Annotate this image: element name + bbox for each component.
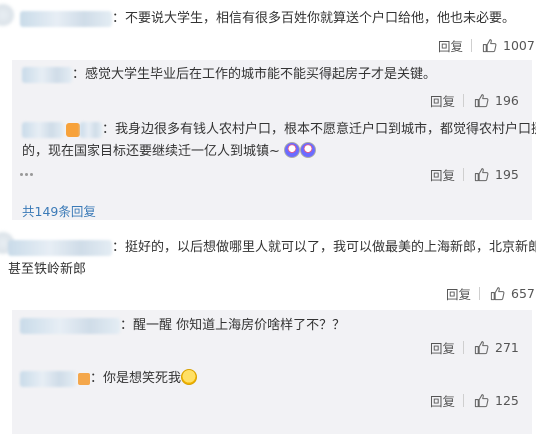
- comment-1: ：不要说大学生，相信有很多百姓你就算送个户口给他，他也未必要。 回复 1007 …: [0, 0, 536, 220]
- badge-icon: [66, 122, 80, 137]
- username[interactable]: [22, 121, 64, 138]
- comment-2: ：挺好的，以后想做哪里人就可以了，我可以做最美的上海新郎，北京新郎。 甚至铁岭新…: [0, 228, 536, 434]
- comment-actions: 回复 1007: [438, 35, 535, 55]
- like-button[interactable]: 1007: [482, 38, 535, 53]
- like-button[interactable]: 657: [490, 286, 535, 301]
- divider: [463, 93, 465, 107]
- like-button[interactable]: 196: [474, 93, 519, 108]
- divider: [463, 167, 465, 181]
- comment-body-line2: 甚至铁岭新郎: [8, 262, 87, 277]
- reply-text: ：你是想笑死我: [20, 368, 198, 390]
- divider: [471, 38, 473, 52]
- reply-actions: 回复 195: [430, 164, 519, 184]
- thumbs-up-icon: [474, 167, 489, 181]
- reply-actions: 回复 271: [430, 337, 519, 357]
- thumbs-up-icon: [474, 340, 489, 354]
- username[interactable]: [20, 317, 120, 334]
- username[interactable]: [20, 370, 76, 387]
- reply-body: 感觉大学生毕业后在工作的城市能不能买得起房子才是关键。: [85, 67, 437, 82]
- reply-actions: 回复 125: [430, 390, 519, 410]
- reply-button[interactable]: 回复: [430, 338, 455, 357]
- reply-body: 醒一醒 你知道上海房价啥样了不？？: [133, 318, 346, 333]
- reply-text: ：感觉大学生毕业后在工作的城市能不能买得起房子才是关键。: [22, 64, 436, 86]
- comment-text: ：挺好的，以后想做哪里人就可以了，我可以做最美的上海新郎，北京新郎。: [8, 237, 536, 259]
- like-count: 271: [495, 339, 519, 355]
- comment-text-cont: 甚至铁岭新郎: [8, 259, 86, 281]
- like-count: 657: [511, 285, 535, 301]
- like-button[interactable]: 125: [474, 393, 519, 408]
- reply-text: ：醒一醒 你知道上海房价啥样了不？？: [20, 315, 345, 337]
- username[interactable]: [8, 239, 112, 256]
- reply-body-line1: 我身边很多有钱人农村户口，根本不愿意迁户口到城市，都觉得农村户口挺好: [115, 122, 536, 137]
- reply-actions: 回复 196: [430, 90, 519, 110]
- more-replies-link[interactable]: 共149条回复: [22, 201, 96, 220]
- divider: [479, 286, 481, 300]
- like-count: 125: [495, 392, 519, 408]
- replies-box: ：醒一醒 你知道上海房价啥样了不？？ 回复 271 ：你是想笑死我 回复 125: [12, 310, 532, 434]
- comment-text: ：不要说大学生，相信有很多百姓你就算送个户口给他，他也未必要。: [20, 8, 515, 30]
- divider: [463, 340, 465, 354]
- like-count: 1007: [503, 37, 535, 53]
- crying-emoji-icon: [300, 142, 317, 158]
- replies-box: ：感觉大学生毕业后在工作的城市能不能买得起房子才是关键。 回复 196 ：我身边…: [12, 60, 536, 220]
- reply-button[interactable]: 回复: [438, 36, 463, 55]
- crying-emoji-icon: [284, 142, 301, 158]
- more-dots-icon[interactable]: [20, 173, 36, 176]
- comment-actions: 回复 657: [446, 283, 535, 303]
- divider: [463, 393, 465, 407]
- reply-text-cont: 的，现在国家目标还要继续迁一亿人到城镇~: [22, 141, 317, 163]
- like-button[interactable]: 271: [474, 340, 519, 355]
- reply-button[interactable]: 回复: [430, 91, 455, 110]
- thumbs-up-icon: [490, 286, 505, 300]
- like-count: 195: [495, 166, 519, 182]
- comment-body-line1: 挺好的，以后想做哪里人就可以了，我可以做最美的上海新郎，北京新郎。: [125, 240, 536, 255]
- reply-button[interactable]: 回复: [430, 165, 455, 184]
- reply-button[interactable]: 回复: [430, 391, 455, 410]
- avatar[interactable]: [0, 4, 14, 26]
- like-button[interactable]: 195: [474, 167, 519, 182]
- comment-body: 不要说大学生，相信有很多百姓你就算送个户口给他，他也未必要。: [125, 11, 516, 26]
- laughing-emoji-icon: [181, 369, 198, 385]
- badge-icon: [78, 372, 90, 385]
- reply-body: 你是想笑死我: [103, 371, 182, 386]
- username[interactable]: [20, 10, 112, 27]
- thumbs-up-icon: [474, 393, 489, 407]
- like-count: 196: [495, 92, 519, 108]
- reply-text: ：我身边很多有钱人农村户口，根本不愿意迁户口到城市，都觉得农村户口挺好: [22, 119, 536, 141]
- thumbs-up-icon: [482, 38, 497, 52]
- username-suffix: [80, 121, 102, 138]
- reply-button[interactable]: 回复: [446, 284, 471, 303]
- username[interactable]: [22, 66, 72, 83]
- reply-body-line2: 的，现在国家目标还要继续迁一亿人到城镇~: [22, 144, 280, 159]
- thumbs-up-icon: [474, 93, 489, 107]
